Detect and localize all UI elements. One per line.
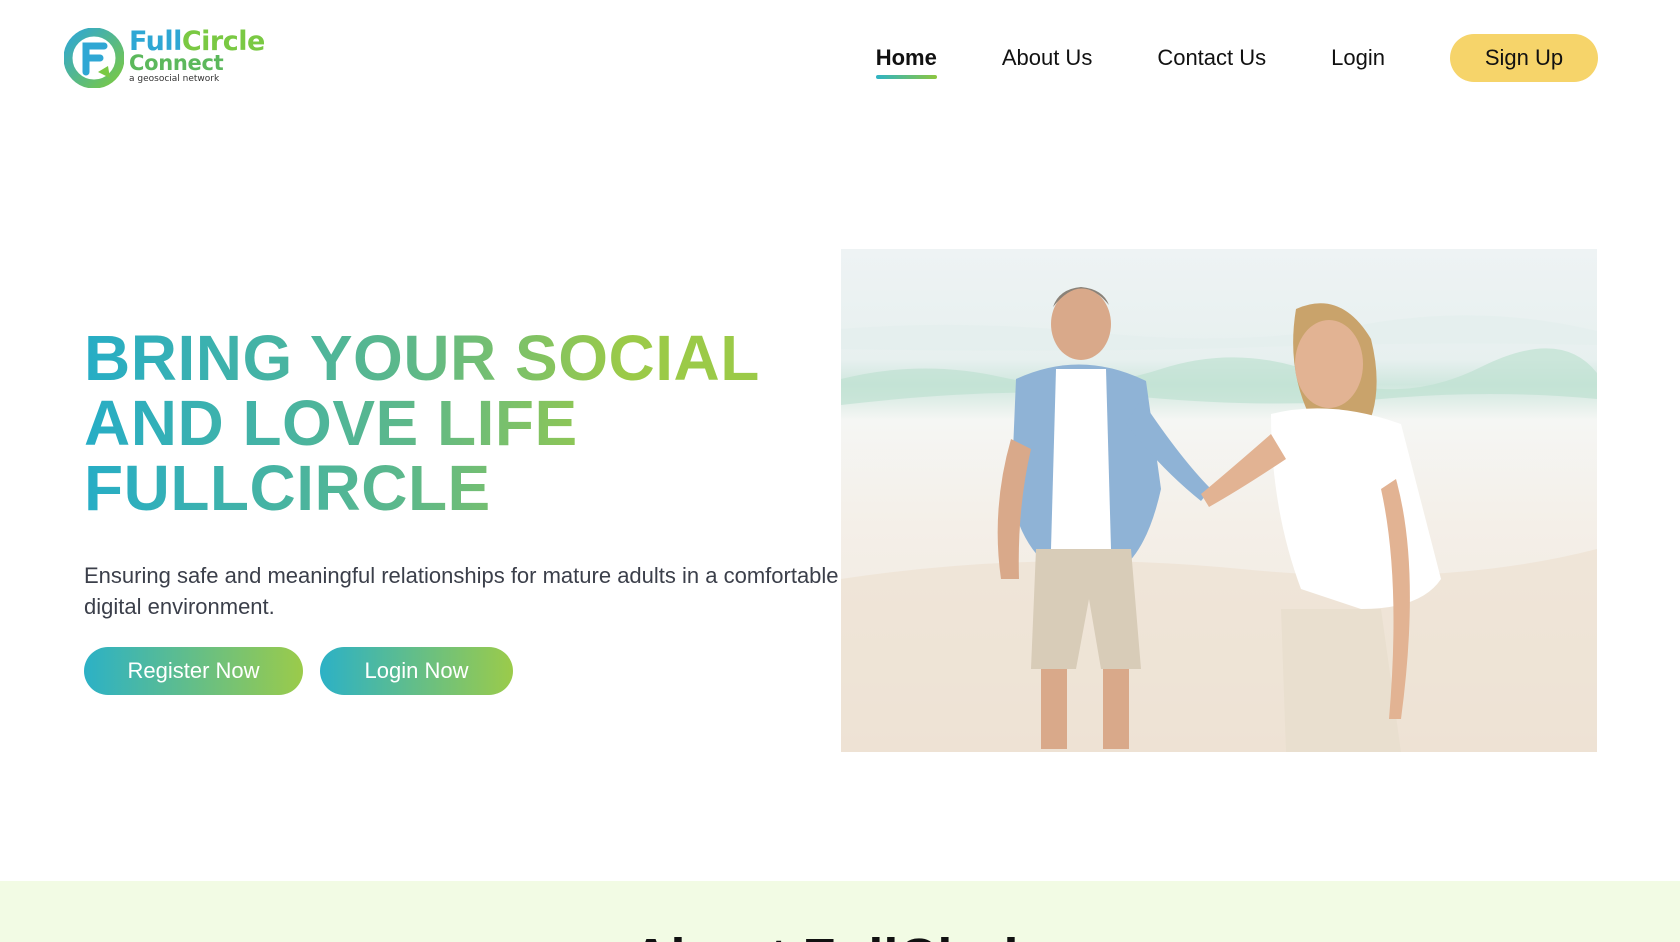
about-title: About FullCircle <box>0 927 1680 942</box>
couple-on-beach-image <box>841 287 1597 752</box>
about-section: About FullCircle <box>0 881 1680 942</box>
main-nav: Home About Us Contact Us Login Sign Up <box>875 30 1598 86</box>
brand-logo[interactable]: FullCircle Connect a geosocial network <box>64 26 274 92</box>
fullcircle-logo-icon <box>64 28 124 88</box>
nav-about-us[interactable]: About Us <box>1002 45 1093 71</box>
sign-up-button[interactable]: Sign Up <box>1450 34 1598 82</box>
hero-photo <box>841 249 1597 752</box>
hero-title: BRING YOUR SOCIAL AND LOVE LIFE FULLCIRC… <box>84 326 804 521</box>
register-now-button[interactable]: Register Now <box>84 647 303 695</box>
site-header: FullCircle Connect a geosocial network H… <box>0 0 1680 116</box>
nav-home[interactable]: Home <box>875 45 937 79</box>
hero-subtitle: Ensuring safe and meaningful relationshi… <box>84 563 839 619</box>
hero-title-line: BRING YOUR SOCIAL <box>84 322 760 394</box>
brand-wordmark: FullCircle Connect a geosocial network <box>129 28 265 84</box>
hero-title-line: FULLCIRCLE <box>84 452 491 524</box>
login-now-button[interactable]: Login Now <box>320 647 513 695</box>
brand-tagline: a geosocial network <box>129 74 220 84</box>
hero-title-line: AND LOVE LIFE <box>84 387 578 459</box>
nav-contact-us[interactable]: Contact Us <box>1157 45 1266 71</box>
nav-login[interactable]: Login <box>1331 45 1385 71</box>
